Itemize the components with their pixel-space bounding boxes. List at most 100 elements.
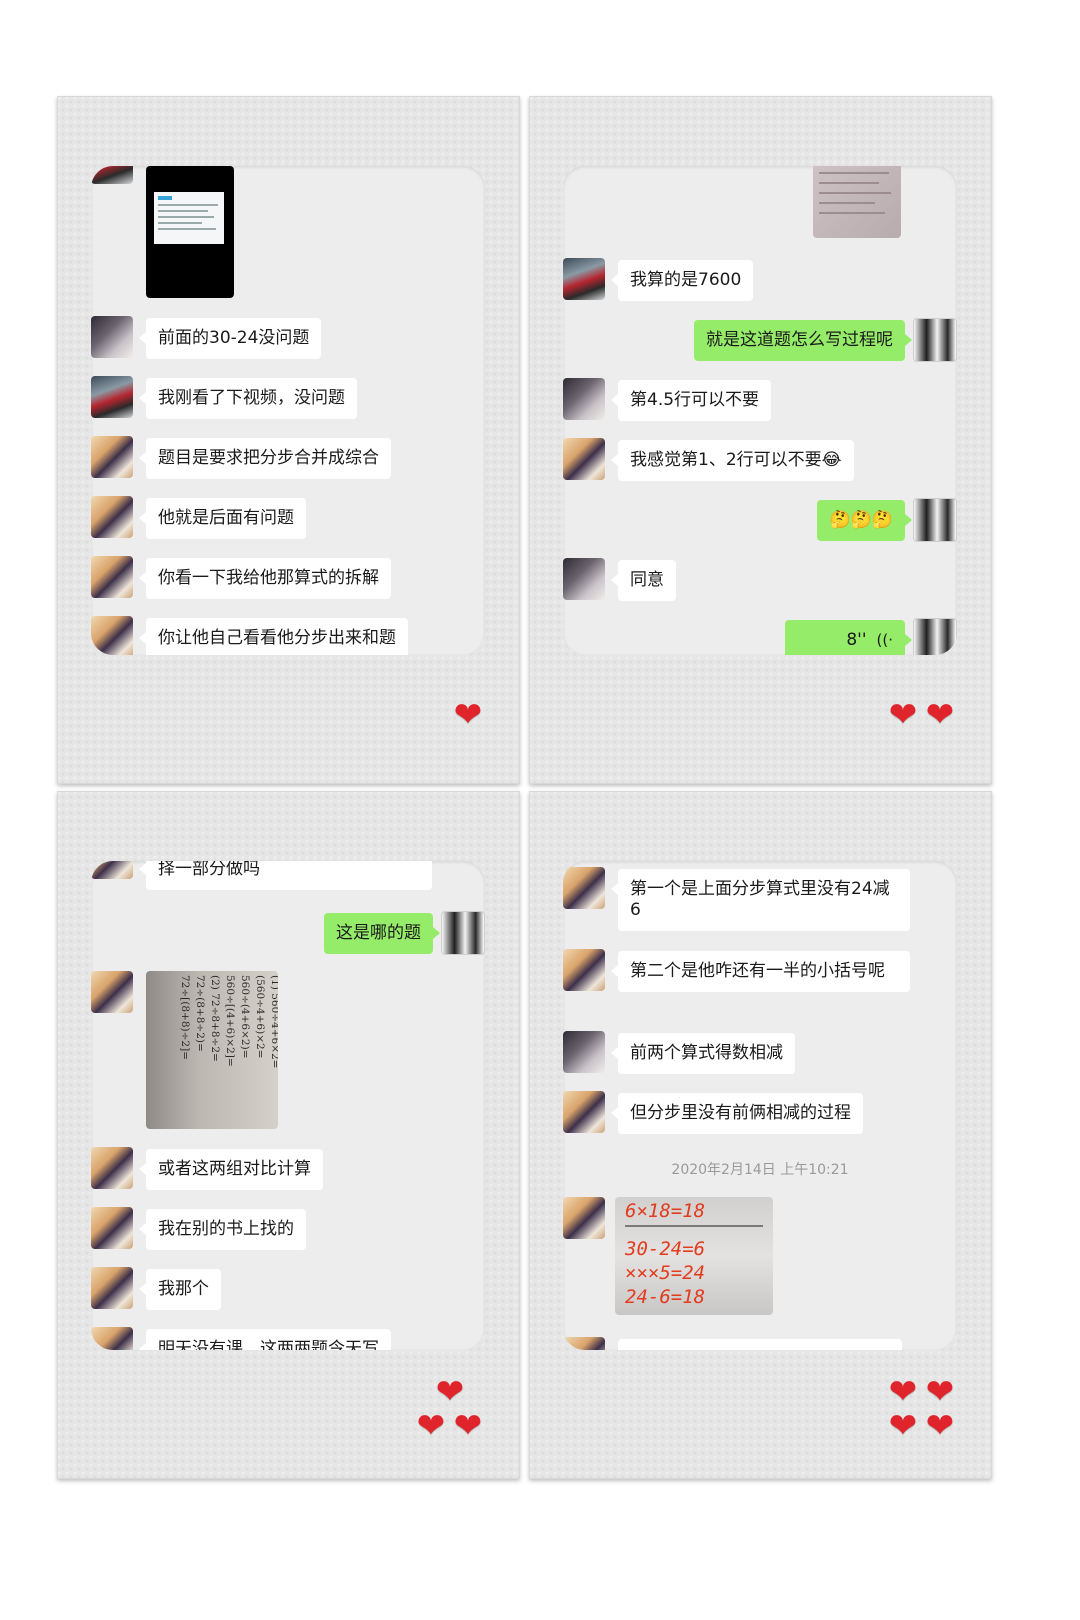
- heart-icon: ❤: [925, 1372, 955, 1412]
- message-bubble[interactable]: 第4.5行可以不要: [610, 380, 772, 421]
- avatar[interactable]: [563, 378, 605, 420]
- message-row: 我在别的书上找的: [91, 1207, 485, 1251]
- message-row: 第一个是上面分步算式里没有24减6: [563, 867, 957, 931]
- image-message[interactable]: [813, 166, 901, 238]
- message-row: 第二个是他咋还有一半的小括号呢: [563, 949, 957, 1013]
- avatar[interactable]: [563, 438, 605, 480]
- avatar[interactable]: [91, 496, 133, 538]
- chat-screen-3: 择一部分做吗 这是哪的题 (1) 560÷4+6×2= (560÷4+6)×2=…: [91, 861, 485, 1350]
- avatar[interactable]: [91, 1207, 133, 1249]
- message-bubble[interactable]: [618, 1339, 902, 1350]
- message-row: 前两个算式得数相减: [563, 1031, 957, 1075]
- message-bubble[interactable]: 前两个算式得数相减: [611, 1033, 795, 1074]
- message-row: 我那个: [91, 1267, 485, 1311]
- worksheet-line: 72÷(8+8÷2)=: [194, 975, 206, 1052]
- message-bubble[interactable]: 题目是要求把分步合并成综合: [139, 438, 391, 479]
- message-bubble[interactable]: 明天没有课，这两两题令天写: [139, 1329, 391, 1350]
- message-bubble[interactable]: 你让他自己看看他分步出来和题: [139, 618, 408, 655]
- chat-screen-4: 第一个是上面分步算式里没有24减6 第二个是他咋还有一半的小括号呢 前两个算式得…: [563, 861, 957, 1350]
- heart-icon: ❤: [888, 1406, 918, 1446]
- avatar[interactable]: [563, 558, 605, 600]
- voice-duration: 8'': [846, 630, 867, 650]
- avatar[interactable]: [563, 1197, 605, 1239]
- heart-icon: ❤: [453, 1406, 483, 1446]
- photo-frame-2: 我算的是7600 就是这道题怎么写过程呢 第4.5行可以不要 我感觉第1、2行可…: [529, 96, 992, 784]
- message-bubble[interactable]: 第二个是他咋还有一半的小括号呢: [611, 951, 910, 992]
- handwriting-line: ×××5=24: [625, 1262, 706, 1284]
- video-thumbnail[interactable]: [146, 166, 234, 298]
- handwriting-photo[interactable]: 6×18=18 30-24=6 ×××5=24 24-6=18: [615, 1197, 773, 1315]
- message-timestamp: 2020年2月14日 上午10:21: [671, 1162, 849, 1178]
- worksheet-line: (560÷4+6)×2=: [254, 975, 266, 1059]
- message-row: 就是这道题怎么写过程呢: [563, 318, 957, 362]
- message-bubble[interactable]: 前面的30-24没问题: [138, 318, 322, 359]
- message-bubble[interactable]: 第一个是上面分步算式里没有24减6: [611, 869, 910, 931]
- avatar[interactable]: [91, 556, 133, 598]
- avatar[interactable]: [563, 1337, 605, 1350]
- message-row: [563, 1337, 957, 1350]
- avatar[interactable]: [563, 1031, 605, 1073]
- avatar[interactable]: [913, 318, 957, 362]
- heart-icon: ❤: [435, 1372, 465, 1412]
- avatar[interactable]: [563, 949, 605, 991]
- avatar[interactable]: [91, 971, 133, 1013]
- message-bubble[interactable]: 同意: [611, 560, 676, 601]
- avatar[interactable]: [563, 258, 605, 300]
- message-row: 你让他自己看看他分步出来和题: [91, 616, 485, 655]
- message-bubble[interactable]: 我感觉第1、2行可以不要😂: [611, 440, 854, 481]
- avatar[interactable]: [563, 867, 605, 909]
- avatar[interactable]: [91, 1147, 133, 1189]
- avatar[interactable]: [91, 166, 133, 184]
- heart-icon: ❤: [416, 1406, 446, 1446]
- heart-icon: ❤: [453, 695, 483, 735]
- worksheet-line: 560÷[(4+6)×2]=: [224, 975, 236, 1067]
- heart-icon: ❤: [888, 695, 918, 735]
- message-bubble[interactable]: 我算的是7600: [610, 260, 754, 301]
- message-row: 第4.5行可以不要: [563, 378, 957, 422]
- handwriting-line: 30-24=6: [625, 1238, 706, 1260]
- message-row: 🤔🤔🤔: [563, 498, 957, 542]
- photo-frame-3: 择一部分做吗 这是哪的题 (1) 560÷4+6×2= (560÷4+6)×2=…: [57, 791, 520, 1479]
- avatar[interactable]: [91, 376, 133, 418]
- message-bubble[interactable]: 我那个: [139, 1269, 221, 1310]
- avatar[interactable]: [913, 618, 957, 655]
- message-bubble[interactable]: 我刚看了下视频，没问题: [139, 378, 357, 419]
- message-bubble[interactable]: 🤔🤔🤔: [817, 500, 912, 541]
- avatar[interactable]: [91, 436, 133, 478]
- message-row: 你看一下我给他那算式的拆解: [91, 556, 485, 600]
- avatar[interactable]: [563, 1091, 605, 1133]
- avatar[interactable]: [441, 911, 485, 955]
- message-bubble[interactable]: 他就是后面有问题: [139, 498, 306, 539]
- heart-icon: ❤: [888, 1372, 918, 1412]
- worksheet-photo[interactable]: (1) 560÷4+6×2= (560÷4+6)×2= 560÷(4+6×2)=…: [146, 971, 278, 1129]
- message-bubble[interactable]: 我在别的书上找的: [139, 1209, 306, 1250]
- avatar[interactable]: [913, 498, 957, 542]
- worksheet-line: 72÷[(8+8)÷2]=: [179, 975, 191, 1060]
- message-row: 但分步里没有前俩相减的过程: [563, 1091, 957, 1135]
- handwriting-line: 6×18=18: [625, 1200, 706, 1222]
- message-row: 我感觉第1、2行可以不要😂: [563, 438, 957, 482]
- voice-message[interactable]: 8'' ((·: [785, 620, 912, 655]
- message-row: 题目是要求把分步合并成综合: [91, 436, 485, 480]
- message-bubble[interactable]: 你看一下我给他那算式的拆解: [139, 558, 391, 599]
- worksheet-line: (2) 72÷8+8÷2=: [209, 975, 221, 1062]
- message-row: 我算的是7600: [563, 258, 957, 302]
- message-bubble[interactable]: 就是这道题怎么写过程呢: [694, 320, 912, 361]
- message-bubble[interactable]: 这是哪的题: [324, 913, 440, 954]
- message-bubble[interactable]: 择一部分做吗: [139, 861, 432, 890]
- avatar[interactable]: [91, 861, 133, 879]
- chat-screen-1: 前面的30-24没问题 我刚看了下视频，没问题 题目是要求把分步合并成综合 他就…: [91, 166, 485, 655]
- heart-icon: ❤: [925, 695, 955, 735]
- worksheet-line: (1) 560÷4+6×2=: [269, 975, 278, 1069]
- message-bubble[interactable]: 或者这两组对比计算: [139, 1149, 323, 1190]
- avatar[interactable]: [91, 1327, 133, 1350]
- heart-icon: ❤: [925, 1406, 955, 1446]
- video-frame: [154, 192, 224, 244]
- message-row: 或者这两组对比计算: [91, 1147, 485, 1191]
- avatar[interactable]: [91, 316, 133, 358]
- avatar[interactable]: [91, 1267, 133, 1309]
- message-bubble[interactable]: 但分步里没有前俩相减的过程: [611, 1093, 863, 1134]
- handwriting-faint-line: [625, 1225, 763, 1237]
- avatar[interactable]: [91, 616, 133, 655]
- photo-frame-4: 第一个是上面分步算式里没有24减6 第二个是他咋还有一半的小括号呢 前两个算式得…: [529, 791, 992, 1479]
